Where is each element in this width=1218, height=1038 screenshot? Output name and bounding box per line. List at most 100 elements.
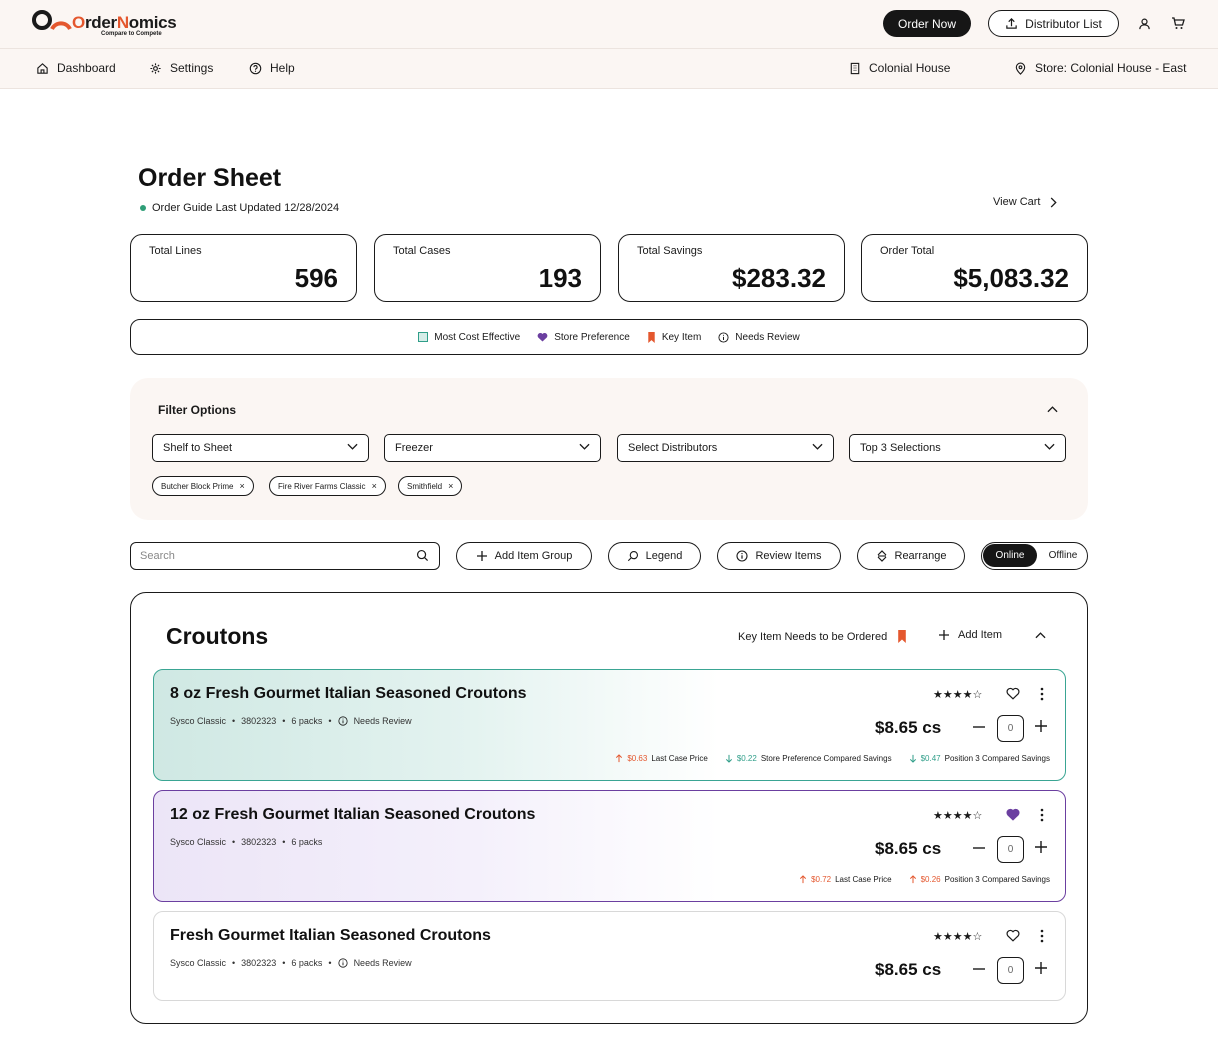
cart-icon[interactable] [1170,15,1186,31]
rating-stars[interactable]: ★★★★☆ [933,809,982,822]
heart-outline-icon[interactable] [1006,929,1020,942]
sort-icon [877,550,886,562]
nav-dashboard[interactable]: Dashboard [36,61,116,75]
minus-icon[interactable] [972,962,986,976]
separator: • [282,958,286,968]
search-input[interactable] [140,548,400,564]
star-filled-icon: ★ [962,689,973,701]
org-name: Colonial House [869,61,951,75]
review-items-button[interactable]: Review Items [717,542,841,570]
heart-outline-icon[interactable] [1006,687,1020,700]
rating-stars[interactable]: ★★★★☆ [933,930,982,943]
metric-position3-savings: $0.47 Position 3 Compared Savings [909,754,1050,763]
legend-most-cost-effective: Most Cost Effective [418,332,520,343]
ordernomics-logo[interactable]: OrderNomics Compare to Compete [32,8,192,42]
filter-select-top[interactable]: Top 3 Selections [849,434,1066,462]
metric-label: Last Case Price [651,754,708,763]
chip-label: Smithfield [407,481,443,491]
distributor-list-label: Distributor List [1025,16,1102,31]
legend-button[interactable]: Legend [608,542,701,570]
org-selector[interactable]: Colonial House [849,61,950,75]
online-option[interactable]: Online [983,544,1037,567]
help-icon [249,62,262,74]
key-item-notice: Key Item Needs to be Ordered [738,630,907,643]
filter-select-distributors[interactable]: Select Distributors [617,434,834,462]
filter-select-storage[interactable]: Freezer [384,434,601,462]
button-label: Rearrange [894,550,947,562]
button-label: Add Item Group [494,550,573,562]
more-vertical-icon[interactable] [1039,687,1045,701]
product-card[interactable]: 12 oz Fresh Gourmet Italian Seasoned Cro… [153,790,1066,902]
close-icon[interactable]: × [448,481,453,491]
needs-review-label: Needs Review [353,958,412,968]
more-vertical-icon[interactable] [1039,929,1045,943]
logo-tagline: Compare to Compete [101,31,162,37]
chevron-up-icon[interactable] [1047,405,1058,413]
item-group-croutons: Croutons Key Item Needs to be Ordered Ad… [130,592,1088,1024]
separator: • [232,716,236,726]
plus-icon[interactable] [1034,719,1048,733]
order-now-button[interactable]: Order Now [883,10,971,37]
offline-option[interactable]: Offline [1040,544,1086,567]
nav-help[interactable]: Help [249,61,295,75]
filter-title: Filter Options [158,403,236,417]
plus-icon[interactable] [1034,961,1048,975]
more-vertical-icon[interactable] [1039,808,1045,822]
distributor-list-button[interactable]: Distributor List [988,10,1119,37]
store-selector[interactable]: Store: Colonial House - East [1014,61,1186,75]
chip-label: Fire River Farms Classic [278,481,366,491]
close-icon[interactable]: × [372,481,377,491]
filter-chip[interactable]: Butcher Block Prime × [152,476,254,496]
teal-square-icon [418,332,429,342]
key-item-notice-text: Key Item Needs to be Ordered [738,630,888,643]
add-item-group-button[interactable]: Add Item Group [456,542,592,570]
arrow-down-icon [909,754,916,763]
add-item-button[interactable]: Add Item [938,629,1002,641]
product-card[interactable]: Fresh Gourmet Italian Seasoned Croutons … [153,911,1066,1001]
minus-icon[interactable] [972,841,986,855]
view-cart-link[interactable]: View Cart [993,196,1058,208]
select-value: Top 3 Selections [860,442,941,454]
stat-order-total: Order Total $5,083.32 [861,234,1088,302]
button-label: Review Items [755,550,822,562]
close-icon[interactable]: × [239,481,244,491]
minus-icon[interactable] [972,720,986,734]
plus-icon [476,551,487,561]
bookmark-icon [648,331,655,343]
stat-total-savings: Total Savings $283.32 [618,234,845,302]
stat-label: Total Lines [149,245,202,257]
filter-panel: Filter Options Shelf to Sheet Freezer Se… [130,378,1088,520]
stat-value: $5,083.32 [953,263,1069,293]
star-filled-icon: ★ [952,689,963,701]
view-cart-label: View Cart [993,196,1041,208]
stat-total-cases: Total Cases 193 [374,234,601,302]
search-icon[interactable] [416,549,429,562]
search-box [130,542,440,570]
select-value: Freezer [395,442,433,454]
plus-icon[interactable] [1034,840,1048,854]
info-icon [337,958,348,968]
separator: • [328,716,332,726]
nav-settings[interactable]: Settings [149,61,213,75]
filter-chip[interactable]: Fire River Farms Classic × [269,476,386,496]
page-title: Order Sheet [138,164,282,192]
product-meta: Sysco Classic • 3802323 • 6 packs [170,837,322,847]
guide-updated-status: Order Guide Last Updated 12/28/2024 [140,202,339,214]
product-pack: 6 packs [291,958,323,968]
chevron-up-icon[interactable] [1035,631,1046,639]
product-price: $8.65 cs [875,839,942,858]
filter-chip[interactable]: Smithfield × [398,476,463,496]
quantity-input[interactable]: 0 [997,715,1024,742]
product-sku: 3802323 [241,958,277,968]
user-icon[interactable] [1136,15,1152,31]
rearrange-button[interactable]: Rearrange [857,542,965,570]
metric-label: Position 3 Compared Savings [944,875,1050,884]
rating-stars[interactable]: ★★★★☆ [933,688,982,701]
heart-filled-icon[interactable] [1006,808,1020,821]
chevron-down-icon [579,443,590,450]
quantity-input[interactable]: 0 [997,836,1024,863]
filter-select-shelf[interactable]: Shelf to Sheet [152,434,369,462]
product-card[interactable]: 8 oz Fresh Gourmet Italian Seasoned Crou… [153,669,1066,781]
separator: • [282,837,286,847]
quantity-input[interactable]: 0 [997,957,1024,984]
